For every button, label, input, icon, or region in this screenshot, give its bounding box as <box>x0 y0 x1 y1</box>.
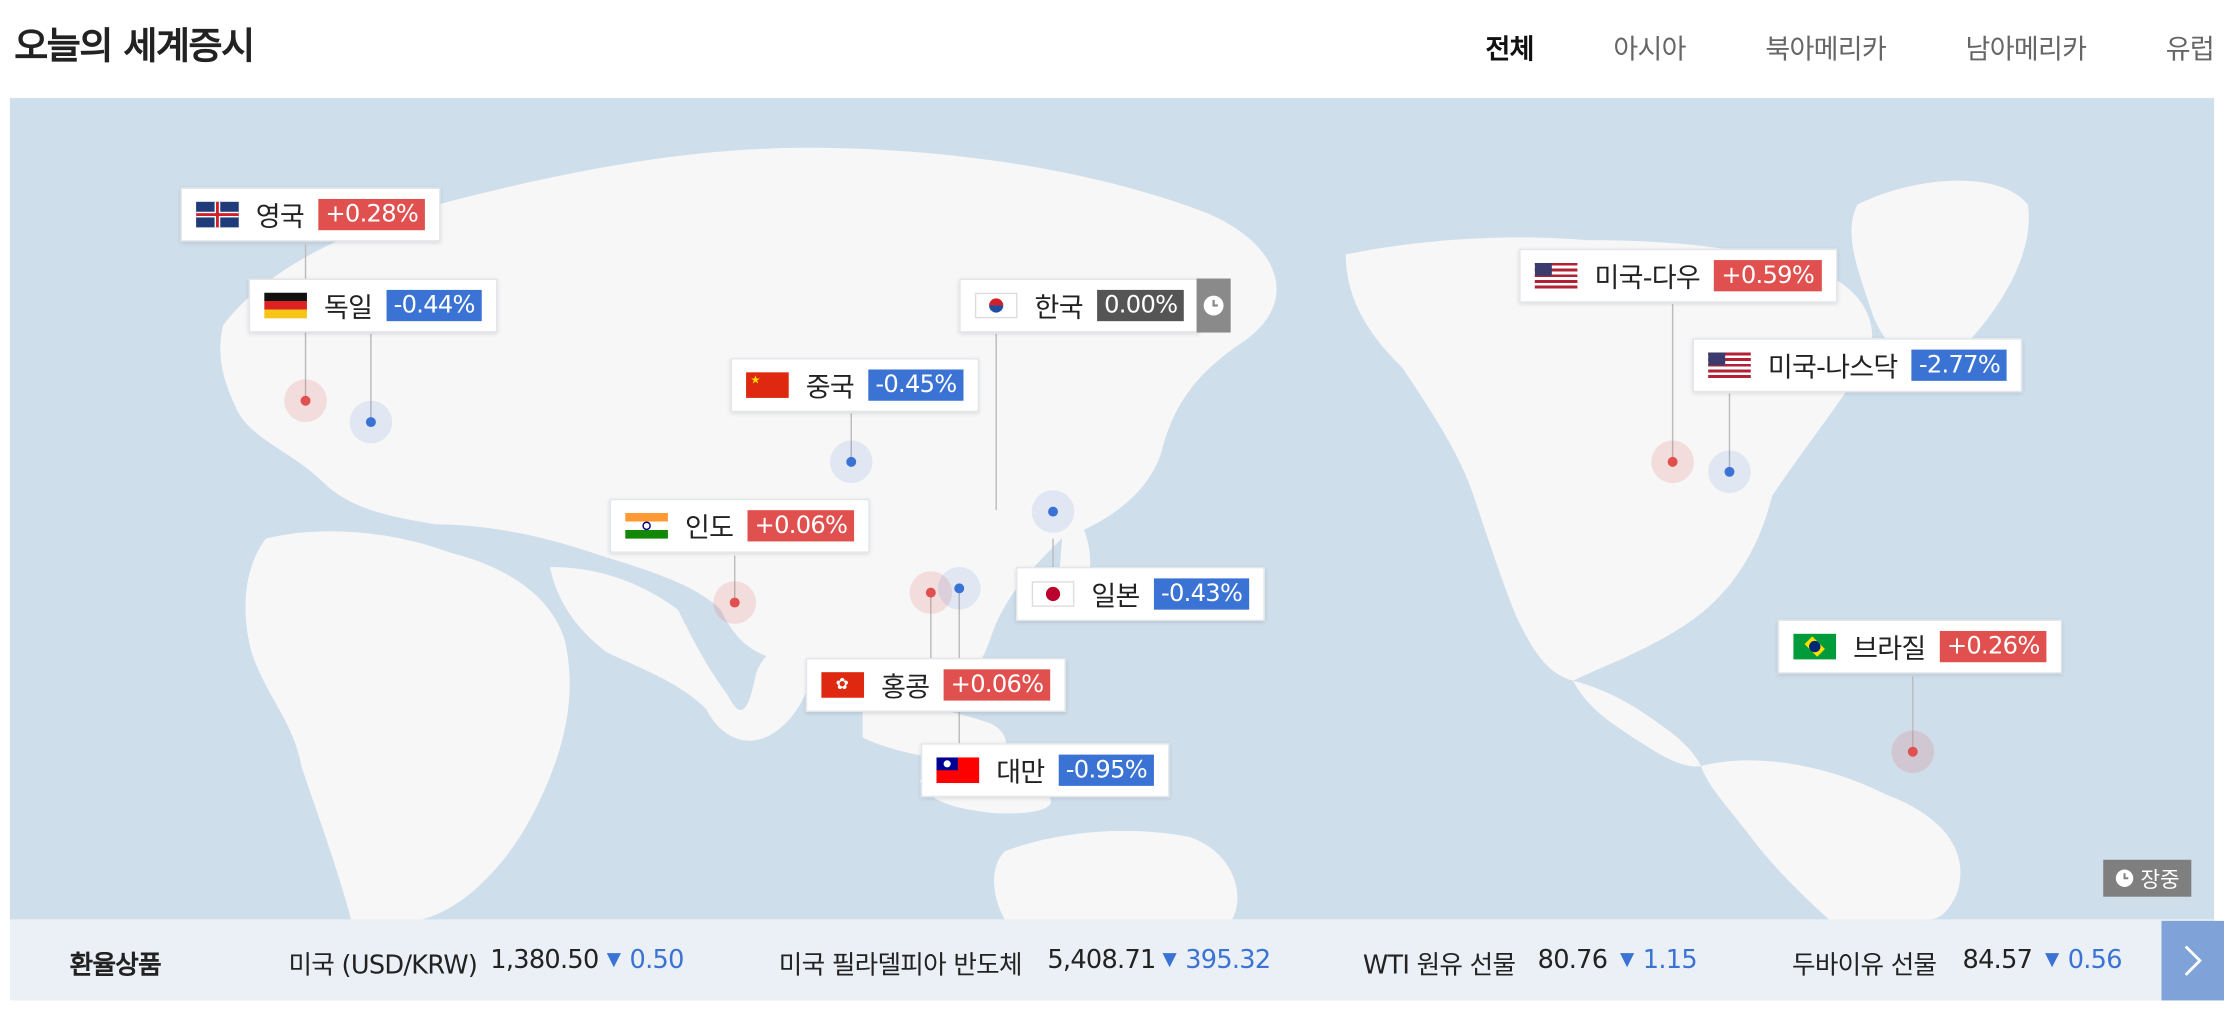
ticker-delta: 1.15 <box>1642 945 1698 975</box>
market-change: -0.45% <box>868 369 964 401</box>
tab-asia[interactable]: 아시아 <box>1613 28 1686 66</box>
korea-flag-icon <box>974 292 1018 319</box>
market-change: 0.00% <box>1097 289 1185 322</box>
tab-south-america[interactable]: 남아메리카 <box>1966 28 2087 66</box>
down-triangle-icon: ▼ <box>606 949 621 971</box>
fx-commodity-ticker: 환율상품 미국 (USD/KRW) 1,380.50 ▼ 0.50 미국 필라델… <box>9 919 2215 1001</box>
down-triangle-icon: ▼ <box>1162 949 1176 971</box>
market-name: 미국-다우 <box>1594 262 1701 294</box>
market-change: +0.06% <box>943 669 1051 701</box>
market-name: 대만 <box>996 756 1045 788</box>
market-change: +0.28% <box>318 198 426 231</box>
ticker-label[interactable]: 두바이유 선물 <box>1792 945 1937 982</box>
clock-icon <box>1203 295 1224 316</box>
market-name: 브라질 <box>1853 633 1926 665</box>
market-callout-germany[interactable]: 독일 -0.44% <box>248 278 498 333</box>
clock-icon <box>2116 869 2134 887</box>
ticker-label[interactable]: 미국 (USD/KRW) <box>288 945 477 982</box>
tab-europe[interactable]: 유럽 <box>2166 28 2215 66</box>
taiwan-flag-icon <box>936 757 980 784</box>
ticker-value: 84.57 <box>1962 945 2033 975</box>
tab-north-america[interactable]: 북아메리카 <box>1765 28 1886 66</box>
market-change: -2.77% <box>1911 349 2008 381</box>
ticker-value: 5,408.71 <box>1047 945 1156 975</box>
market-change: -0.44% <box>386 289 482 322</box>
market-change: +0.06% <box>747 510 855 542</box>
market-name: 중국 <box>805 371 855 403</box>
ticker-delta: 0.50 <box>629 945 685 975</box>
down-triangle-icon: ▼ <box>2044 949 2059 971</box>
ticker-value: 1,380.50 <box>490 945 599 975</box>
page-title: 오늘의 세계증시 <box>14 25 255 69</box>
usa-flag-icon <box>1708 352 1751 379</box>
ticker-label[interactable]: WTI 원유 선물 <box>1363 945 1516 982</box>
market-callout-japan[interactable]: 일본 -0.43% <box>1016 567 1265 622</box>
china-flag-icon: ★ <box>746 372 789 398</box>
status-badge: 장중 <box>2103 859 2192 897</box>
germany-flag-icon <box>264 292 307 319</box>
market-callout-uk[interactable]: 영국 +0.28% <box>180 187 441 242</box>
ticker-heading: 환율상품 <box>69 950 162 981</box>
clock-icon-button[interactable] <box>1196 278 1231 333</box>
chevron-right-icon <box>2184 945 2202 976</box>
usa-flag-icon <box>1534 262 1578 289</box>
market-callout-brazil[interactable]: 브라질 +0.26% <box>1777 619 2063 674</box>
market-change: -0.95% <box>1058 754 1155 786</box>
ticker-value: 80.76 <box>1537 945 1608 975</box>
market-name: 일본 <box>1091 580 1140 612</box>
market-name: 한국 <box>1034 292 1084 324</box>
market-name: 독일 <box>324 292 373 324</box>
market-callout-china[interactable]: ★ 중국 -0.45% <box>730 358 980 413</box>
tab-all[interactable]: 전체 <box>1485 28 1534 66</box>
brazil-flag-icon <box>1793 633 1837 660</box>
market-name: 영국 <box>255 201 305 233</box>
ticker-next-button[interactable] <box>2161 920 2224 1001</box>
market-callout-us-dow[interactable]: 미국-다우 +0.59% <box>1519 248 1837 303</box>
japan-flag-icon <box>1031 581 1075 607</box>
ticker-label[interactable]: 미국 필라델피아 반도체 <box>779 945 1023 982</box>
india-flag-icon <box>625 513 668 539</box>
region-tabs: 전체 아시아 북아메리카 남아메리카 유럽 <box>1406 28 2214 66</box>
market-name: 인도 <box>684 512 734 544</box>
market-change: +0.59% <box>1714 260 1822 292</box>
hongkong-flag-icon: ✿ <box>821 672 865 698</box>
ticker-delta: 0.56 <box>2067 945 2123 975</box>
market-callout-hongkong[interactable]: ✿ 홍콩 +0.06% <box>805 657 1067 712</box>
market-callout-korea[interactable]: 한국 0.00% <box>959 278 1201 333</box>
market-callout-us-nasdaq[interactable]: 미국-나스닥 -2.77% <box>1692 338 2023 393</box>
market-change: +0.26% <box>1939 630 2047 663</box>
ticker-delta: 395.32 <box>1185 945 1271 975</box>
market-change: -0.43% <box>1153 578 1250 610</box>
market-name: 홍콩 <box>881 671 930 703</box>
market-callout-india[interactable]: 인도 +0.06% <box>609 498 871 553</box>
status-label: 장중 <box>2140 866 2180 892</box>
market-callout-taiwan[interactable]: 대만 -0.95% <box>920 743 1170 798</box>
uk-flag-icon <box>196 201 239 228</box>
down-triangle-icon: ▼ <box>1620 949 1634 971</box>
market-name: 미국-나스닥 <box>1767 351 1898 383</box>
